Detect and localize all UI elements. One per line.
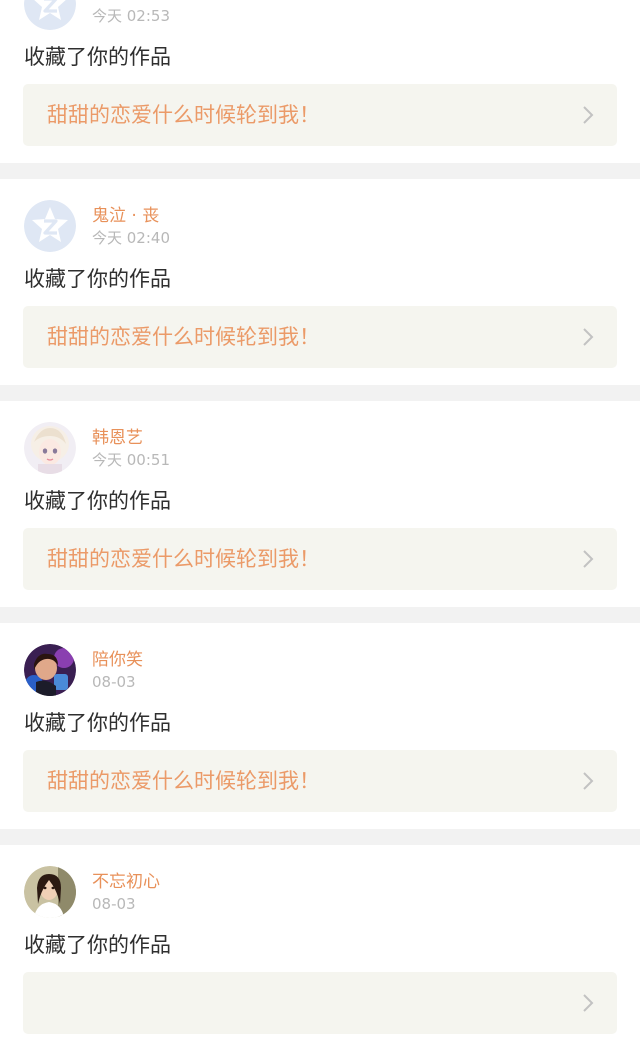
work-title: 甜甜的恋爱什么时候轮到我！ bbox=[47, 547, 320, 571]
notification-card: 不忘初心 08-03 收藏了你的作品 bbox=[0, 845, 640, 1051]
action-text: 收藏了你的作品 bbox=[24, 711, 171, 735]
work-link[interactable]: 甜甜的恋爱什么时候轮到我！ bbox=[23, 528, 617, 590]
username[interactable]: 鬼泣 · 丧 bbox=[92, 206, 159, 226]
work-title: 甜甜的恋爱什么时候轮到我！ bbox=[47, 103, 320, 127]
timestamp: 今天 02:40 bbox=[92, 229, 170, 247]
username[interactable]: 不忘初心 bbox=[92, 872, 160, 892]
action-text: 收藏了你的作品 bbox=[24, 933, 171, 957]
user-avatar-anime-girl[interactable] bbox=[24, 422, 76, 474]
card-separator bbox=[0, 163, 640, 179]
card-separator bbox=[0, 385, 640, 401]
timestamp: 08-03 bbox=[92, 673, 136, 691]
notification-feed: 今天 02:53 收藏了你的作品 甜甜的恋爱什么时候轮到我！ 鬼泣 · 丧 今天… bbox=[0, 0, 640, 1051]
action-text: 收藏了你的作品 bbox=[24, 45, 171, 69]
action-text: 收藏了你的作品 bbox=[24, 267, 171, 291]
work-title: 甜甜的恋爱什么时候轮到我！ bbox=[47, 325, 320, 349]
user-avatar-photo[interactable] bbox=[24, 866, 76, 918]
chevron-right-icon bbox=[581, 549, 595, 569]
timestamp: 今天 00:51 bbox=[92, 451, 170, 469]
username[interactable]: 韩恩艺 bbox=[92, 428, 143, 448]
timestamp: 08-03 bbox=[92, 895, 136, 913]
notification-card: 陪你笑 08-03 收藏了你的作品 甜甜的恋爱什么时候轮到我！ bbox=[0, 623, 640, 829]
work-link[interactable]: 甜甜的恋爱什么时候轮到我！ bbox=[23, 750, 617, 812]
user-avatar-photo[interactable] bbox=[24, 644, 76, 696]
default-avatar-icon[interactable] bbox=[24, 200, 76, 252]
chevron-right-icon bbox=[581, 105, 595, 125]
notification-card: 鬼泣 · 丧 今天 02:40 收藏了你的作品 甜甜的恋爱什么时候轮到我！ bbox=[0, 179, 640, 385]
action-text: 收藏了你的作品 bbox=[24, 489, 171, 513]
chevron-right-icon bbox=[581, 327, 595, 347]
work-link[interactable] bbox=[23, 972, 617, 1034]
card-separator bbox=[0, 607, 640, 623]
username[interactable]: 陪你笑 bbox=[92, 650, 143, 670]
chevron-right-icon bbox=[581, 993, 595, 1013]
notification-card: 今天 02:53 收藏了你的作品 甜甜的恋爱什么时候轮到我！ bbox=[0, 0, 640, 163]
work-link[interactable]: 甜甜的恋爱什么时候轮到我！ bbox=[23, 84, 617, 146]
notification-card: 韩恩艺 今天 00:51 收藏了你的作品 甜甜的恋爱什么时候轮到我！ bbox=[0, 401, 640, 607]
chevron-right-icon bbox=[581, 771, 595, 791]
timestamp: 今天 02:53 bbox=[92, 7, 170, 25]
work-title: 甜甜的恋爱什么时候轮到我！ bbox=[47, 769, 320, 793]
work-link[interactable]: 甜甜的恋爱什么时候轮到我！ bbox=[23, 306, 617, 368]
card-separator bbox=[0, 829, 640, 845]
default-avatar-icon[interactable] bbox=[24, 0, 76, 30]
